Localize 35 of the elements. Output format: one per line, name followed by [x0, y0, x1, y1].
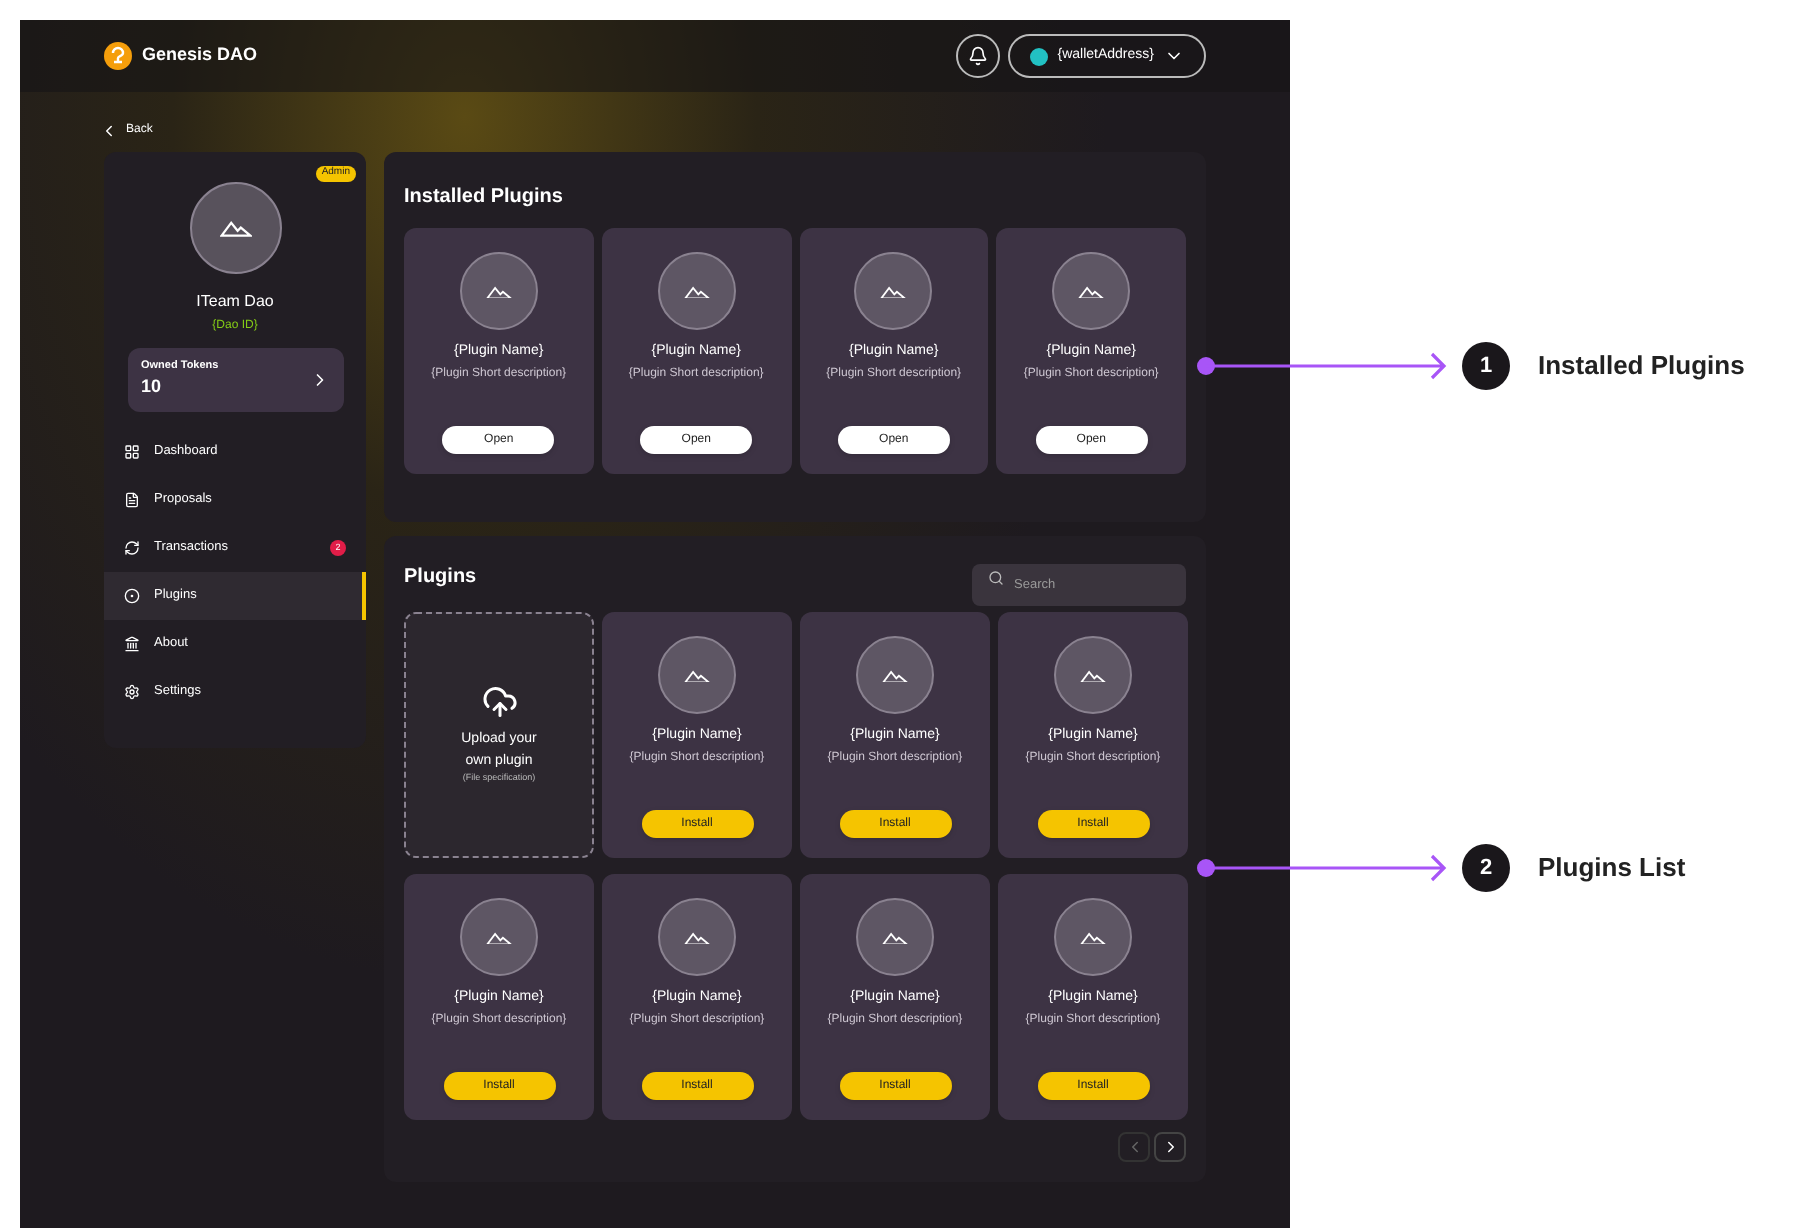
- mountain-icon: [486, 929, 512, 945]
- callout-label: Plugins List: [1538, 850, 1686, 887]
- mountain-icon: [880, 283, 907, 299]
- tokens-value: 10: [141, 374, 164, 401]
- document-icon: [124, 492, 140, 508]
- mountain-icon: [882, 929, 908, 945]
- next-page-button[interactable]: [1154, 1132, 1186, 1162]
- building-icon: [124, 636, 140, 652]
- cloud-upload-icon: [481, 684, 517, 721]
- callout-number: 1: [1462, 342, 1510, 390]
- dao-name: ITeam Dao: [196, 290, 274, 314]
- mountain-icon: [683, 283, 710, 299]
- callout-label: Installed Plugins: [1538, 348, 1745, 385]
- mountain-icon: [219, 218, 251, 238]
- section-title: Plugins: [404, 564, 477, 592]
- chevron-left-icon: [100, 122, 118, 140]
- circle-dot-icon: [124, 588, 140, 604]
- logo-icon: [104, 42, 132, 70]
- callout-number: 2: [1462, 844, 1510, 892]
- bell-icon: [967, 46, 988, 66]
- mountain-icon: [1080, 667, 1106, 683]
- app-title: Genesis DAO: [142, 42, 258, 69]
- grid-icon: [124, 444, 140, 460]
- refresh-icon: [124, 540, 140, 556]
- mountain-icon: [1078, 283, 1105, 299]
- settings-icon: [124, 684, 140, 700]
- wallet-icon: [1029, 47, 1048, 65]
- mountain-icon: [882, 667, 908, 683]
- mountain-icon: [684, 929, 710, 945]
- mountain-icon: [684, 667, 710, 683]
- mountain-icon: [1080, 929, 1106, 945]
- section-title: Installed Plugins: [404, 184, 565, 212]
- notification-button[interactable]: [955, 34, 1000, 78]
- search-icon: [988, 569, 1004, 585]
- mountain-icon: [485, 283, 512, 299]
